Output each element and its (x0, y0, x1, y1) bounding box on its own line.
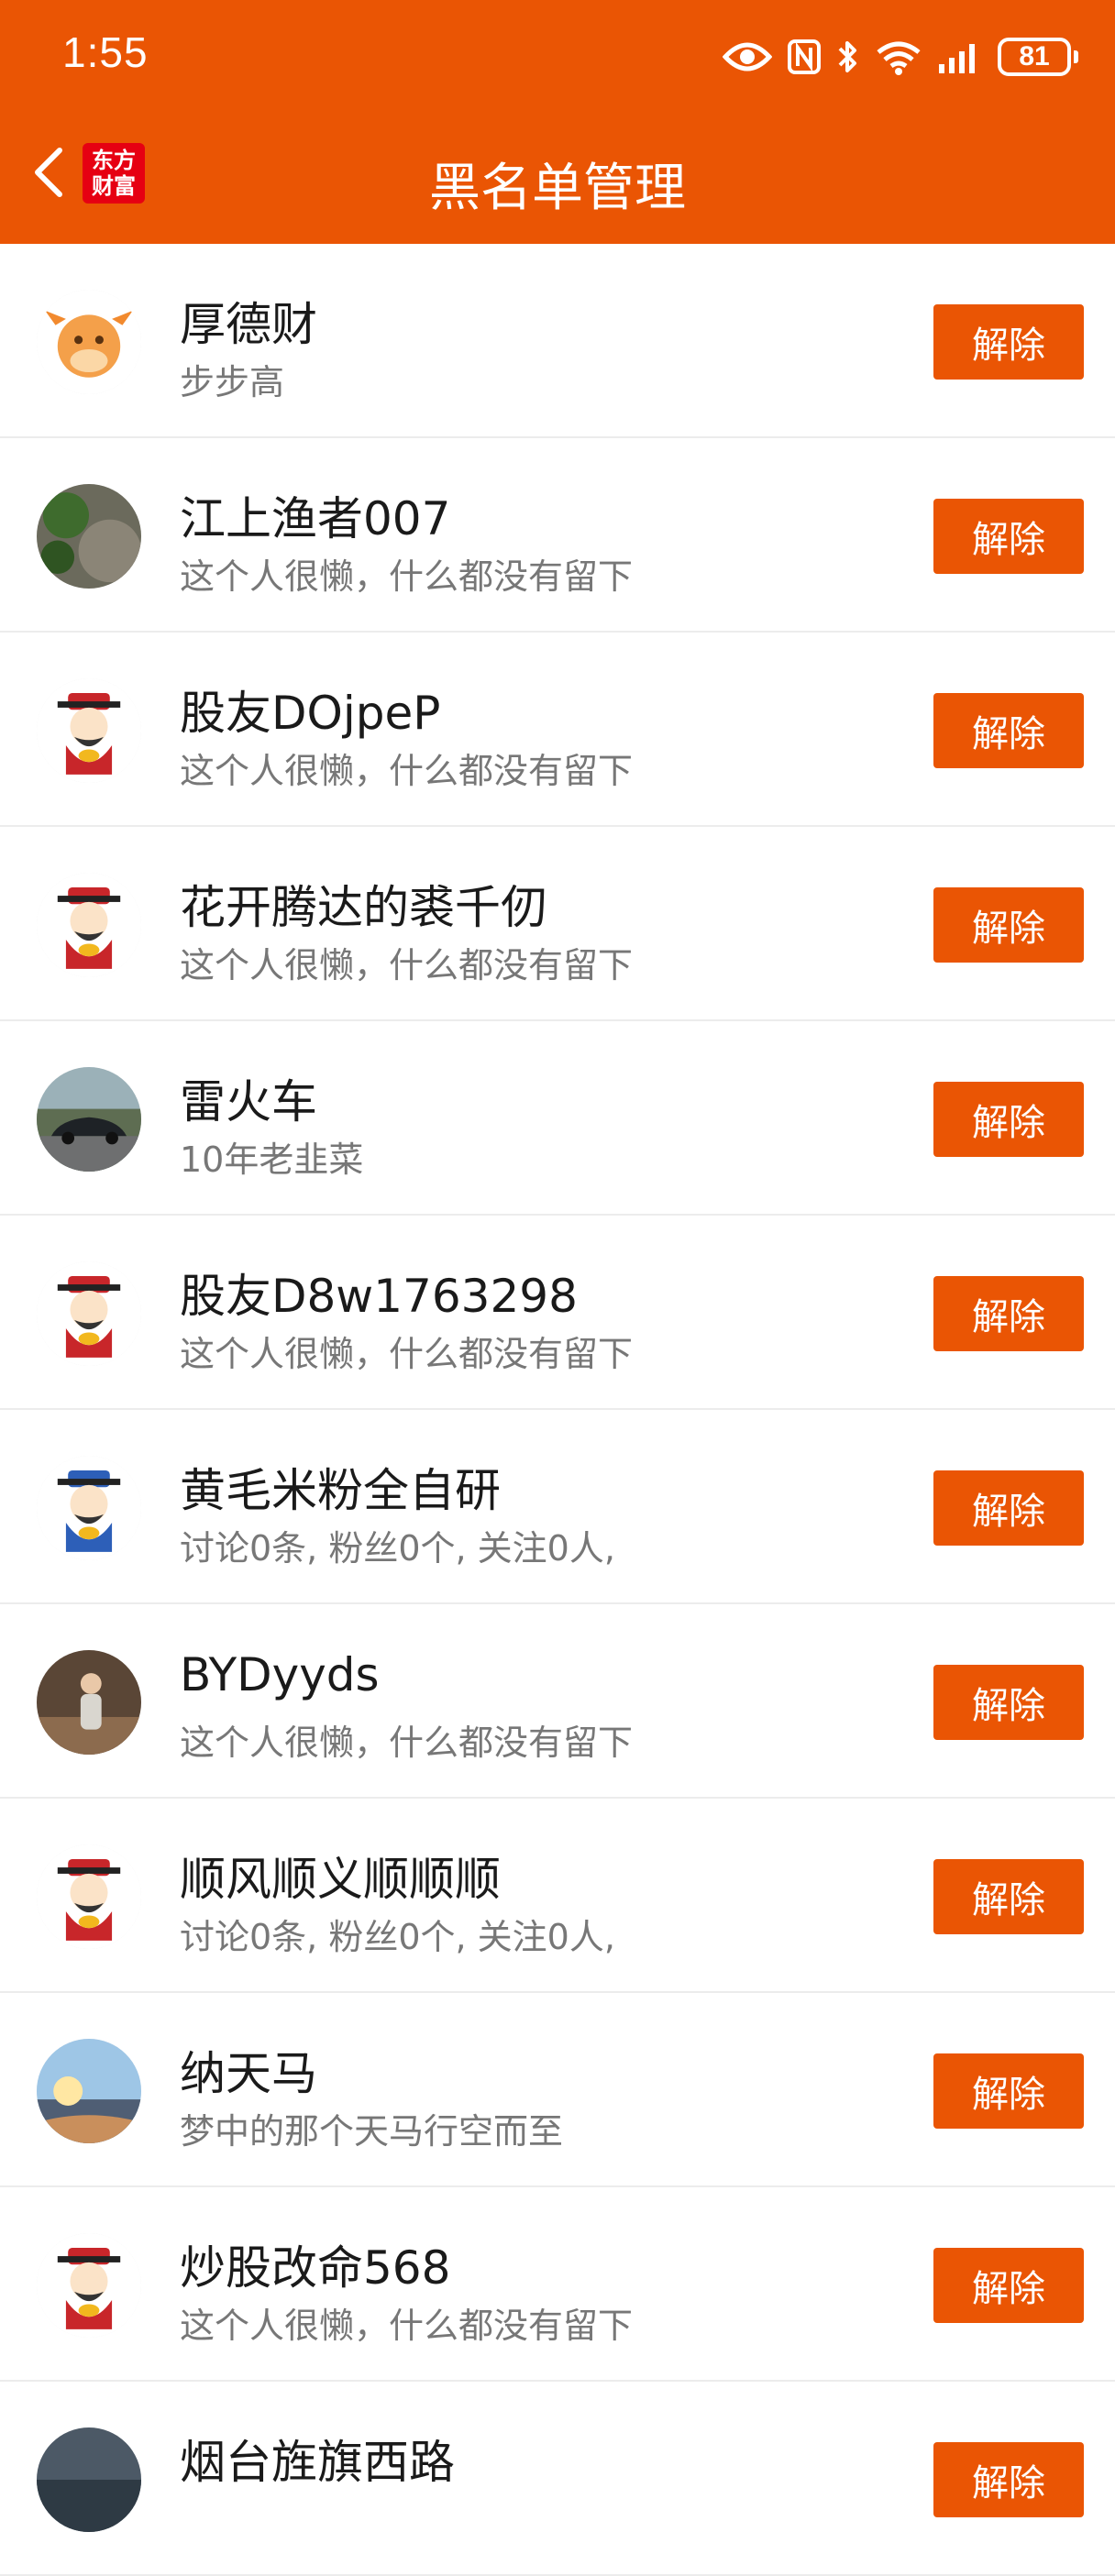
unblock-button[interactable]: 解除 (933, 1082, 1084, 1157)
avatar[interactable] (37, 1650, 141, 1755)
user-name: 股友D8w1763298 (180, 1270, 578, 1323)
unblock-button[interactable]: 解除 (933, 499, 1084, 574)
user-bio: 这个人很懒，什么都没有留下 (180, 556, 634, 597)
unblock-button[interactable]: 解除 (933, 1276, 1084, 1351)
blacklist: 厚德财 步步高 解除 江上渔者007 这个人很懒，什么都没有留下 解除 股友DOjpeP 这个… (0, 244, 1115, 2576)
list-item[interactable]: 股友DOjpeP 这个人很懒，什么都没有留下 解除 (0, 633, 1115, 827)
list-item[interactable]: 厚德财步步高 解除 (0, 244, 1115, 438)
user-bio: 这个人很懒，什么都没有留下 (180, 2306, 634, 2346)
unblock-button[interactable]: 解除 (933, 693, 1084, 768)
avatar[interactable] (37, 2233, 141, 2338)
avatar[interactable] (37, 290, 141, 394)
avatar[interactable] (37, 1261, 141, 1366)
user-bio: 这个人很懒，什么都没有留下 (180, 1723, 634, 1763)
user-name: 厚德财 (180, 298, 317, 351)
list-item[interactable]: 雷火车 10年老韭菜 解除 (0, 1021, 1115, 1216)
list-item[interactable]: 炒股改命568 这个人很懒，什么都没有留下 解除 (0, 2187, 1115, 2382)
status-time: 1:55 (62, 28, 149, 76)
user-name: 花开腾达的裘千仞 (180, 881, 546, 934)
user-bio: 讨论0条, 粉丝0个, 关注0人, (180, 1528, 615, 1569)
user-name: BYDyyds (180, 1648, 380, 1701)
avatar[interactable] (37, 1456, 141, 1560)
battery-level: 81 (998, 38, 1071, 76)
list-item[interactable]: 纳天马梦中的那个天马行空而至 解除 (0, 1993, 1115, 2187)
list-item[interactable]: 黄毛米粉全自研讨论0条, 粉丝0个, 关注0人, 解除 (0, 1410, 1115, 1604)
avatar[interactable] (37, 2039, 141, 2143)
user-name: 炒股改命568 (180, 2241, 451, 2295)
list-item[interactable]: 花开腾达的裘千仞这个人很懒，什么都没有留下 解除 (0, 827, 1115, 1021)
eye-icon (723, 39, 772, 75)
unblock-button[interactable]: 解除 (933, 1859, 1084, 1934)
battery-icon: 81 (998, 38, 1078, 76)
navigation-bar: 东方 财富 黑名单管理 (0, 119, 1115, 235)
list-item[interactable]: BYDyyds 这个人很懒，什么都没有留下 解除 (0, 1604, 1115, 1799)
list-item[interactable]: 股友D8w1763298 这个人很懒，什么都没有留下 解除 (0, 1216, 1115, 1410)
user-name: 股友DOjpeP (180, 687, 441, 740)
unblock-button[interactable]: 解除 (933, 1470, 1084, 1546)
user-name: 烟台旌旗西路 (180, 2436, 455, 2489)
user-bio: 这个人很懒，什么都没有留下 (180, 1334, 634, 1374)
user-name: 黄毛米粉全自研 (180, 1464, 501, 1517)
list-item[interactable]: 顺风顺义顺顺顺讨论0条, 粉丝0个, 关注0人, 解除 (0, 1799, 1115, 1993)
page-title: 黑名单管理 (429, 159, 686, 218)
unblock-button[interactable]: 解除 (933, 304, 1084, 380)
avatar[interactable] (37, 1844, 141, 1949)
list-item[interactable]: 烟台旌旗西路 解除 (0, 2382, 1115, 2576)
unblock-button[interactable]: 解除 (933, 1665, 1084, 1740)
signal-icon (937, 39, 983, 75)
unblock-button[interactable]: 解除 (933, 2248, 1084, 2323)
unblock-button[interactable]: 解除 (933, 887, 1084, 963)
user-name: 纳天马 (180, 2047, 317, 2100)
avatar[interactable] (37, 484, 141, 589)
status-icons: 81 (723, 31, 1078, 83)
wifi-icon (875, 38, 922, 76)
unblock-button[interactable]: 解除 (933, 2442, 1084, 2517)
top-app-bar: 1:55 81 东方 财富 黑名单管理 (0, 0, 1115, 244)
avatar[interactable] (37, 1067, 141, 1172)
avatar[interactable] (37, 2427, 141, 2532)
user-bio: 步步高 (180, 362, 285, 402)
user-bio: 这个人很懒，什么都没有留下 (180, 945, 634, 985)
user-bio: 10年老韭菜 (180, 1139, 364, 1180)
user-bio: 梦中的那个天马行空而至 (180, 2111, 564, 2152)
list-item[interactable]: 江上渔者007 这个人很懒，什么都没有留下 解除 (0, 438, 1115, 633)
unblock-button[interactable]: 解除 (933, 2053, 1084, 2129)
user-bio: 这个人很懒，什么都没有留下 (180, 751, 634, 791)
avatar[interactable] (37, 678, 141, 783)
user-bio: 讨论0条, 粉丝0个, 关注0人, (180, 1917, 615, 1957)
status-bar: 1:55 81 (0, 0, 1115, 110)
avatar[interactable] (37, 873, 141, 977)
user-name: 江上渔者007 (180, 492, 451, 545)
nfc-icon (787, 39, 822, 75)
bluetooth-icon (836, 38, 860, 76)
user-name: 雷火车 (180, 1075, 317, 1128)
user-name: 顺风顺义顺顺顺 (180, 1853, 501, 1906)
